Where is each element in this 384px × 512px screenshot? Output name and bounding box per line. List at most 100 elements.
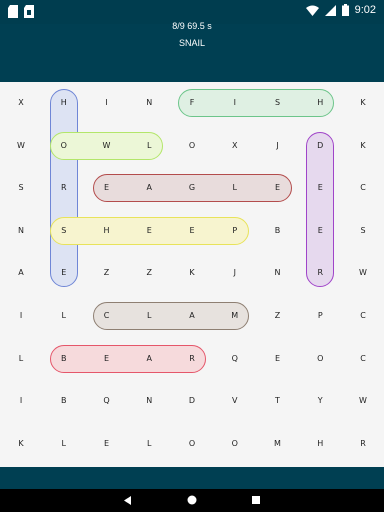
current-word: SNAIL [178, 38, 205, 48]
navigation-bar [0, 489, 384, 512]
grid-cell[interactable]: K [353, 96, 373, 110]
grid-cell[interactable]: D [310, 139, 330, 153]
grid-cell[interactable]: A [11, 266, 31, 280]
recents-button[interactable] [249, 493, 263, 507]
grid-cell[interactable]: S [353, 224, 373, 238]
grid-cell[interactable]: C [353, 352, 373, 366]
grid-cell[interactable]: R [54, 181, 74, 195]
grid-cell[interactable]: H [310, 96, 330, 110]
grid-cell[interactable]: I [11, 309, 31, 323]
grid-cell[interactable]: L [54, 309, 74, 323]
grid-cell[interactable]: R [310, 266, 330, 280]
grid-cell[interactable]: K [11, 437, 31, 451]
grid-cell[interactable]: T [268, 394, 288, 408]
grid-cell[interactable]: E [97, 437, 117, 451]
grid-cell[interactable]: W [353, 394, 373, 408]
wifi-icon [305, 5, 319, 16]
grid-cell[interactable]: K [353, 139, 373, 153]
found-word-deer [306, 131, 335, 288]
grid-cell[interactable]: L [139, 309, 159, 323]
grid-cell[interactable]: X [11, 96, 31, 110]
grid-cell[interactable]: E [97, 352, 117, 366]
words-found-count: 8/9 [172, 21, 185, 31]
grid-cell[interactable]: E [268, 352, 288, 366]
grid-cell[interactable]: H [97, 224, 117, 238]
grid-cell[interactable]: W [353, 266, 373, 280]
grid-cell[interactable]: E [97, 181, 117, 195]
sim-card-icon [24, 5, 34, 18]
grid-cell[interactable]: N [11, 224, 31, 238]
home-button[interactable] [185, 493, 199, 507]
grid-cell[interactable]: L [225, 181, 245, 195]
grid-cell[interactable]: O [182, 437, 202, 451]
grid-cell[interactable]: B [54, 352, 74, 366]
grid-cell[interactable]: W [11, 139, 31, 153]
grid-cell[interactable]: Z [97, 266, 117, 280]
grid-cell[interactable]: M [225, 309, 245, 323]
grid-cell[interactable]: L [11, 352, 31, 366]
grid-cell[interactable]: N [139, 96, 159, 110]
grid-cell[interactable]: E [310, 224, 330, 238]
grid-cell[interactable]: C [97, 309, 117, 323]
grid-cell[interactable]: A [139, 181, 159, 195]
grid-cell[interactable]: E [182, 224, 202, 238]
grid-cell[interactable]: G [182, 181, 202, 195]
grid-cell[interactable]: C [353, 309, 373, 323]
grid-cell[interactable]: L [139, 437, 159, 451]
grid-cell[interactable]: C [353, 181, 373, 195]
grid-cell[interactable]: A [182, 309, 202, 323]
grid-cell[interactable]: F [182, 96, 202, 110]
word-search-grid[interactable]: X H I N F I S H K W O W L O X J D K S R E A G L E E C N S H E E P B E S A E Z Z… [0, 82, 384, 467]
grid-cell[interactable]: H [54, 96, 74, 110]
grid-cell[interactable]: I [97, 96, 117, 110]
sd-card-icon [8, 5, 18, 18]
back-icon [124, 495, 131, 505]
grid-cell[interactable]: S [11, 181, 31, 195]
grid-cell[interactable]: Z [139, 266, 159, 280]
elapsed-timer: 69.5 s [187, 21, 212, 31]
grid-cell[interactable]: I [225, 96, 245, 110]
battery-icon [341, 4, 349, 16]
grid-cell[interactable]: V [225, 394, 245, 408]
grid-cell[interactable]: E [54, 266, 74, 280]
grid-cell[interactable]: N [268, 266, 288, 280]
grid-cell[interactable]: O [182, 139, 202, 153]
grid-cell[interactable]: R [353, 437, 373, 451]
recents-icon [251, 495, 260, 504]
footer-bar [0, 467, 384, 489]
grid-cell[interactable]: E [268, 181, 288, 195]
grid-cell[interactable]: N [139, 394, 159, 408]
grid-cell[interactable]: B [54, 394, 74, 408]
grid-cell[interactable]: O [225, 437, 245, 451]
grid-cell[interactable]: R [182, 352, 202, 366]
grid-cell[interactable]: D [182, 394, 202, 408]
grid-cell[interactable]: L [139, 139, 159, 153]
grid-cell[interactable]: A [139, 352, 159, 366]
grid-cell[interactable]: K [182, 266, 202, 280]
grid-cell[interactable]: J [225, 266, 245, 280]
signal-icon [324, 4, 336, 16]
grid-cell[interactable]: Y [310, 394, 330, 408]
game-header: 8/9 69.5 s SNAIL [0, 21, 384, 82]
grid-cell[interactable]: B [268, 224, 288, 238]
grid-cell[interactable]: E [139, 224, 159, 238]
grid-cell[interactable]: S [268, 96, 288, 110]
back-button[interactable] [121, 493, 135, 507]
grid-cell[interactable]: Q [225, 352, 245, 366]
grid-cell[interactable]: I [11, 394, 31, 408]
grid-cell[interactable]: P [225, 224, 245, 238]
grid-cell[interactable]: S [54, 224, 74, 238]
grid-cell[interactable]: J [268, 139, 288, 153]
grid-cell[interactable]: E [310, 181, 330, 195]
grid-cell[interactable]: M [268, 437, 288, 451]
grid-cell[interactable]: Q [97, 394, 117, 408]
grid-cell[interactable]: H [310, 437, 330, 451]
grid-cell[interactable]: Z [268, 309, 288, 323]
grid-cell[interactable]: L [54, 437, 74, 451]
grid-cell[interactable]: P [310, 309, 330, 323]
grid-cell[interactable]: W [97, 139, 117, 153]
grid-cell[interactable]: X [225, 139, 245, 153]
grid-cell[interactable]: O [54, 139, 74, 153]
grid-cell[interactable]: O [310, 352, 330, 366]
progress-line: 8/9 69.5 s [0, 20, 384, 32]
